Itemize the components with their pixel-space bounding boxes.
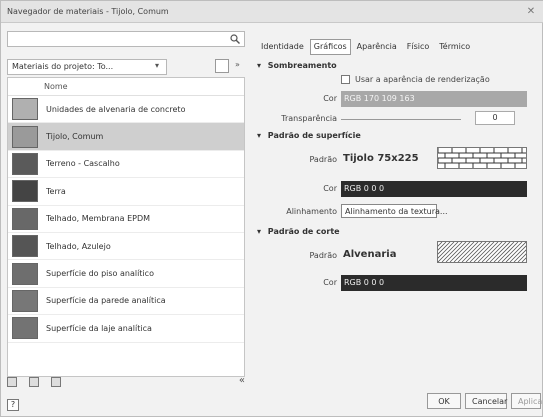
surface-pattern-name: Tijolo 75x225 (343, 153, 419, 164)
list-item[interactable]: Tijolo, Comum (8, 123, 244, 151)
list-item[interactable]: Telhado, Azulejo (8, 233, 244, 261)
section-cut-pattern[interactable]: ▾ Padrão de corte (257, 227, 539, 236)
hatch-pattern-icon (417, 241, 543, 263)
material-swatch (12, 125, 38, 148)
section-shading[interactable]: ▾ Sombreamento (257, 61, 539, 70)
left-panel: Materiais do projeto: To... ▾ » Nome Uni… (7, 31, 245, 383)
material-swatch (12, 262, 38, 285)
window-title: Navegador de materiais - Tijolo, Comum (7, 7, 169, 16)
shading-color-swatch[interactable]: RGB 170 109 163 (341, 91, 527, 107)
filter-bar: Materiais do projeto: To... ▾ » (7, 59, 245, 75)
material-swatch (12, 180, 38, 203)
chevron-down-icon[interactable]: ▾ (155, 61, 159, 70)
surface-color-value: RGB 0 0 0 (344, 184, 385, 193)
left-footer: « (7, 375, 245, 391)
cut-color-value: RGB 0 0 0 (344, 278, 385, 287)
transparency-slider[interactable] (341, 119, 461, 120)
list-item[interactable]: Superfície do piso analítico (8, 260, 244, 288)
tab-termico[interactable]: Térmico (435, 39, 474, 55)
list-item[interactable]: Telhado, Membrana EPDM (8, 206, 244, 233)
search-input[interactable] (7, 31, 245, 47)
surface-pattern-preview[interactable] (437, 147, 527, 169)
ok-button[interactable]: OK (427, 393, 461, 409)
material-swatch (12, 235, 38, 258)
help-icon[interactable]: ? (7, 399, 19, 411)
material-swatch (12, 289, 38, 312)
transparency-label: Transparência (281, 114, 337, 123)
title-bar: Navegador de materiais - Tijolo, Comum ✕ (1, 1, 543, 23)
material-name: Telhado, Membrana EPDM (46, 214, 151, 224)
shading-color-label: Cor (323, 94, 337, 103)
material-name: Unidades de alvenaria de concreto (46, 104, 186, 114)
material-name: Superfície da parede analítica (46, 296, 166, 306)
material-name: Telhado, Azulejo (46, 241, 111, 251)
material-swatch (12, 98, 38, 121)
cut-pattern-label: Padrão (309, 251, 337, 260)
collapse-panel-icon[interactable]: « (239, 375, 245, 386)
list-item[interactable]: Superfície da laje analítica (8, 315, 244, 343)
alignment-label: Alinhamento (286, 207, 337, 216)
collapse-triangle-icon: ▾ (257, 61, 262, 70)
material-name: Tijolo, Comum (46, 132, 104, 142)
section-title: Padrão de superfície (267, 131, 361, 140)
material-swatch (12, 152, 38, 175)
tab-bar: Identidade Gráficos Aparência Físico Térmico (257, 39, 476, 55)
list-header-name: Nome (8, 78, 244, 96)
cancel-button[interactable]: Cancelar (465, 393, 507, 409)
material-name: Terreno - Cascalho (46, 159, 120, 169)
cut-pattern-preview[interactable] (417, 241, 543, 263)
asset-browser-icon[interactable] (51, 377, 61, 387)
tab-fisico[interactable]: Físico (403, 39, 434, 55)
apply-button[interactable]: Aplicar (511, 393, 543, 409)
list-item[interactable]: Unidades de alvenaria de concreto (8, 96, 244, 124)
tab-identidade[interactable]: Identidade (257, 39, 308, 55)
material-swatch (12, 207, 38, 230)
tab-aparencia[interactable]: Aparência (353, 39, 401, 55)
cut-color-label: Cor (323, 278, 337, 287)
use-render-appearance-checkbox[interactable] (341, 75, 350, 84)
transparency-input[interactable]: 0 (475, 111, 515, 125)
material-name: Superfície do piso analítico (46, 269, 154, 279)
collapse-triangle-icon: ▾ (257, 227, 262, 236)
texture-alignment-button[interactable]: Alinhamento da textura... (341, 204, 448, 218)
list-item[interactable]: Terreno - Cascalho (8, 151, 244, 179)
material-name: Terra (46, 186, 66, 196)
list-item[interactable]: Superfície da parede analítica (8, 288, 244, 316)
dropdown-label: Materiais do projeto: To... (12, 62, 114, 71)
cut-pattern-name: Alvenaria (343, 249, 397, 260)
section-title: Padrão de corte (267, 227, 340, 236)
cut-color-swatch[interactable]: RGB 0 0 0 (341, 275, 527, 291)
close-icon[interactable]: ✕ (524, 5, 538, 19)
brick-pattern-icon (437, 148, 526, 168)
section-title: Sombreamento (267, 61, 337, 70)
material-browser-window: Navegador de materiais - Tijolo, Comum ✕… (0, 0, 543, 417)
texture-alignment-text: Alinhamento da textura... (345, 207, 448, 216)
view-options-icon[interactable] (215, 59, 229, 73)
material-swatch (12, 317, 38, 340)
tab-graficos[interactable]: Gráficos (309, 39, 351, 55)
surface-color-label: Cor (323, 184, 337, 193)
project-materials-dropdown[interactable]: Materiais do projeto: To... (7, 59, 167, 75)
new-material-icon[interactable] (29, 377, 39, 387)
list-item[interactable]: Terra (8, 178, 244, 206)
library-icon[interactable] (7, 377, 17, 387)
material-name: Superfície da laje analítica (46, 323, 152, 333)
surface-pattern-label: Padrão (309, 155, 337, 164)
section-surface-pattern[interactable]: ▾ Padrão de superfície (257, 131, 539, 140)
surface-color-swatch[interactable]: RGB 0 0 0 (341, 181, 527, 197)
expand-arrow-icon[interactable]: » (235, 60, 240, 69)
use-render-appearance-label: Usar a aparência de renderização (355, 75, 490, 84)
collapse-triangle-icon: ▾ (257, 131, 262, 140)
search-icon[interactable] (230, 34, 240, 44)
material-list: Nome Unidades de alvenaria de concreto Ti… (7, 77, 245, 377)
shading-color-value: RGB 170 109 163 (344, 94, 415, 103)
